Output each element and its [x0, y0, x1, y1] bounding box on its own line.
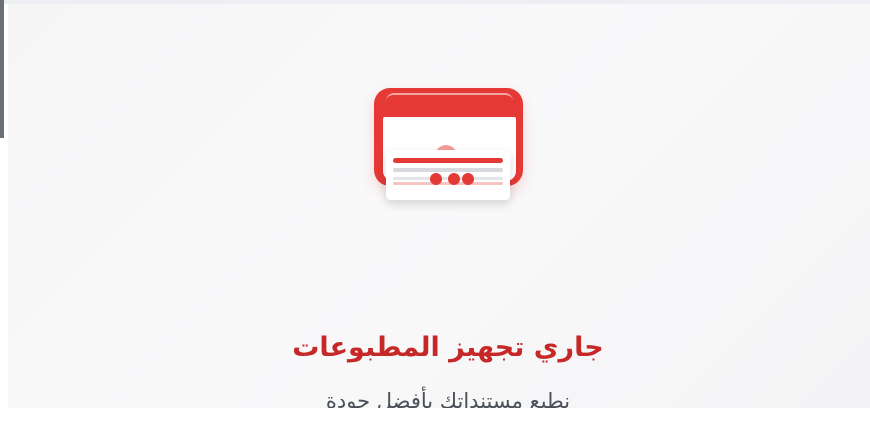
scroll-indicator — [0, 0, 4, 138]
printer-icon — [370, 84, 530, 208]
loading-screen: جاري تجهيز المطبوعات نطبع مستنداتك بأفضل… — [0, 0, 870, 424]
loading-dot — [430, 173, 442, 185]
bottom-edge — [0, 408, 870, 424]
loading-dot — [448, 173, 460, 185]
loading-dot — [462, 173, 474, 185]
paper-line — [393, 168, 503, 172]
paper-line — [393, 158, 503, 163]
loading-title: جاري تجهيز المطبوعات — [292, 332, 604, 363]
printed-paper — [386, 150, 510, 200]
printer-highlight — [386, 93, 513, 101]
paper-line — [393, 182, 503, 185]
